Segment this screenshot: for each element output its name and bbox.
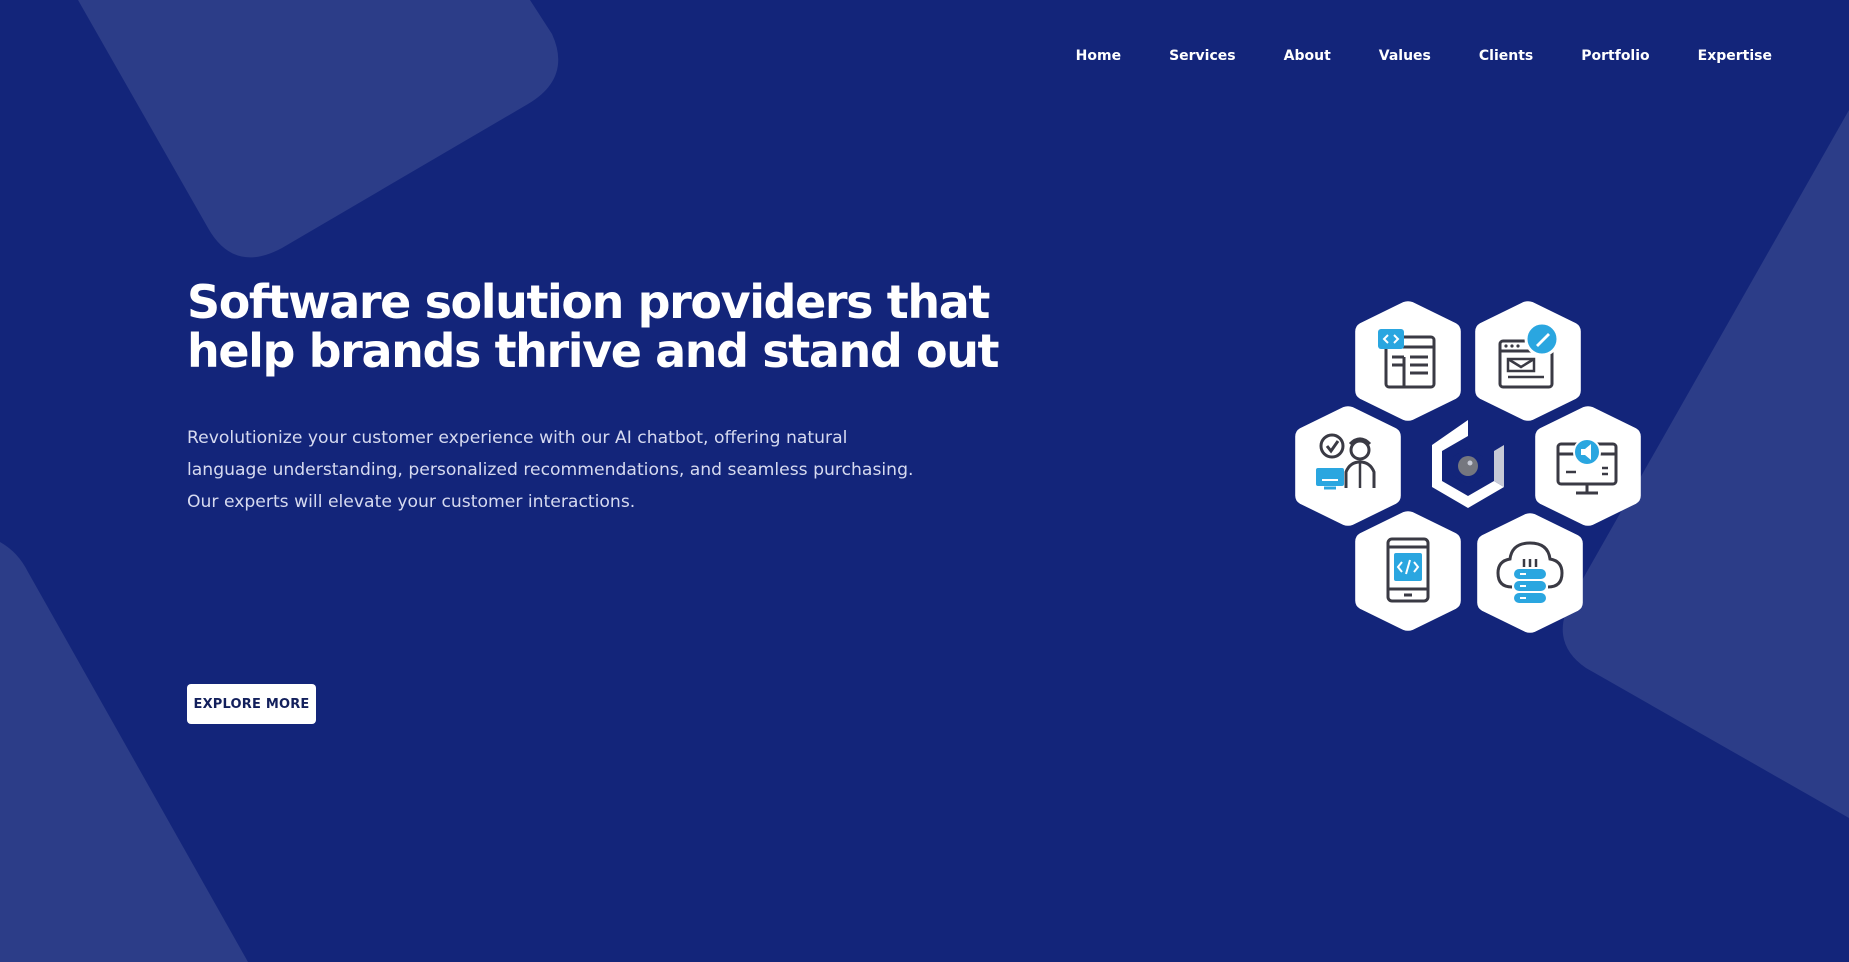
digital-marketing-icon	[1535, 406, 1641, 526]
web-development-icon	[1355, 301, 1461, 421]
nav-services-link[interactable]: Services	[1169, 44, 1236, 68]
customer-support-icon	[1295, 406, 1401, 526]
explore-more-button[interactable]: EXPLORE MORE	[187, 684, 316, 724]
web-design-icon	[1475, 301, 1581, 421]
nav-expertise-link[interactable]: Expertise	[1698, 44, 1772, 68]
services-hex-cluster	[1280, 290, 1660, 650]
bg-shape-left	[0, 542, 248, 962]
hero-description: Revolutionize your customer experience w…	[187, 428, 914, 512]
nav-clients-link[interactable]: Clients	[1479, 44, 1533, 68]
hero-title-line-1: Software solution providers that	[187, 275, 990, 329]
top-nav: Home Services About Values Clients Portf…	[1076, 44, 1772, 68]
brand-logo-icon	[1432, 420, 1504, 508]
nav-home-link[interactable]: Home	[1076, 44, 1121, 68]
mobile-app-icon	[1355, 511, 1461, 631]
nav-values-link[interactable]: Values	[1379, 44, 1431, 68]
hero-section: Software solution providers that help br…	[187, 275, 1000, 518]
bg-shape-top-left	[78, 0, 559, 258]
hero-page: Home Services About Values Clients Portf…	[0, 0, 1849, 962]
cloud-services-icon	[1477, 513, 1583, 633]
nav-portfolio-link[interactable]: Portfolio	[1581, 44, 1649, 68]
hex-cluster-graphic	[1295, 301, 1641, 633]
hero-title: Software solution providers that help br…	[187, 275, 1000, 378]
nav-about-link[interactable]: About	[1284, 44, 1331, 68]
hero-title-line-2: help brands thrive and stand out	[187, 324, 1000, 378]
